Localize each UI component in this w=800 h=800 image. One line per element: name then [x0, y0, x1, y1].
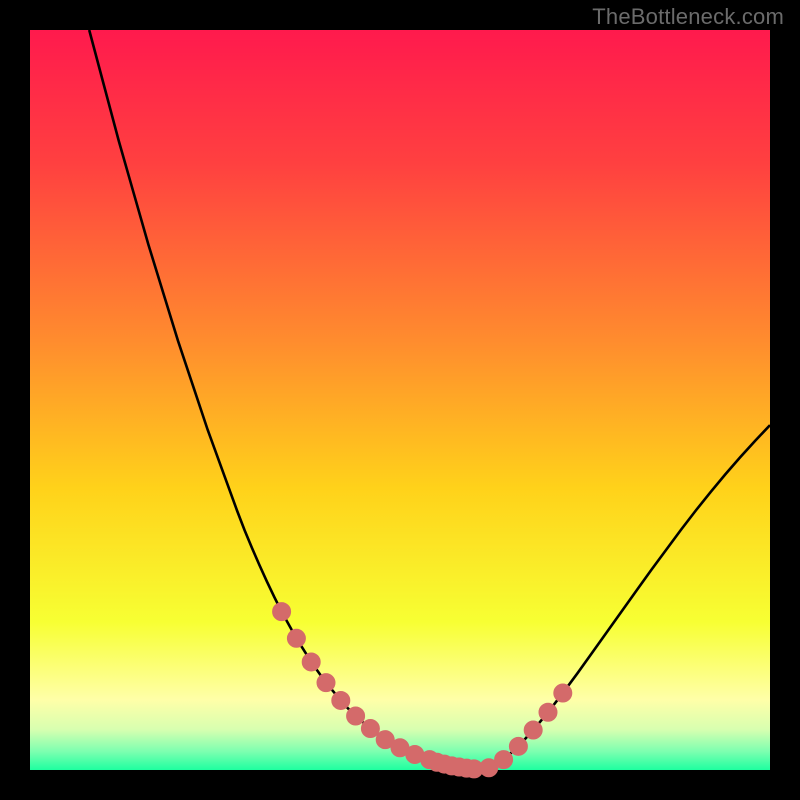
trough-marker	[273, 603, 291, 621]
trough-marker	[509, 737, 527, 755]
trough-marker	[524, 721, 542, 739]
trough-marker	[361, 720, 379, 738]
plot-area	[30, 30, 770, 770]
curve-layer	[30, 30, 770, 770]
watermark-text: TheBottleneck.com	[592, 4, 784, 30]
trough-marker	[287, 629, 305, 647]
trough-marker	[554, 684, 572, 702]
bottleneck-curve	[89, 30, 770, 769]
trough-marker	[332, 691, 350, 709]
trough-marker	[539, 703, 557, 721]
trough-markers	[273, 603, 572, 778]
outer-frame: TheBottleneck.com	[0, 0, 800, 800]
trough-marker	[347, 707, 365, 725]
trough-marker	[302, 653, 320, 671]
trough-marker	[495, 751, 513, 769]
trough-marker	[317, 674, 335, 692]
